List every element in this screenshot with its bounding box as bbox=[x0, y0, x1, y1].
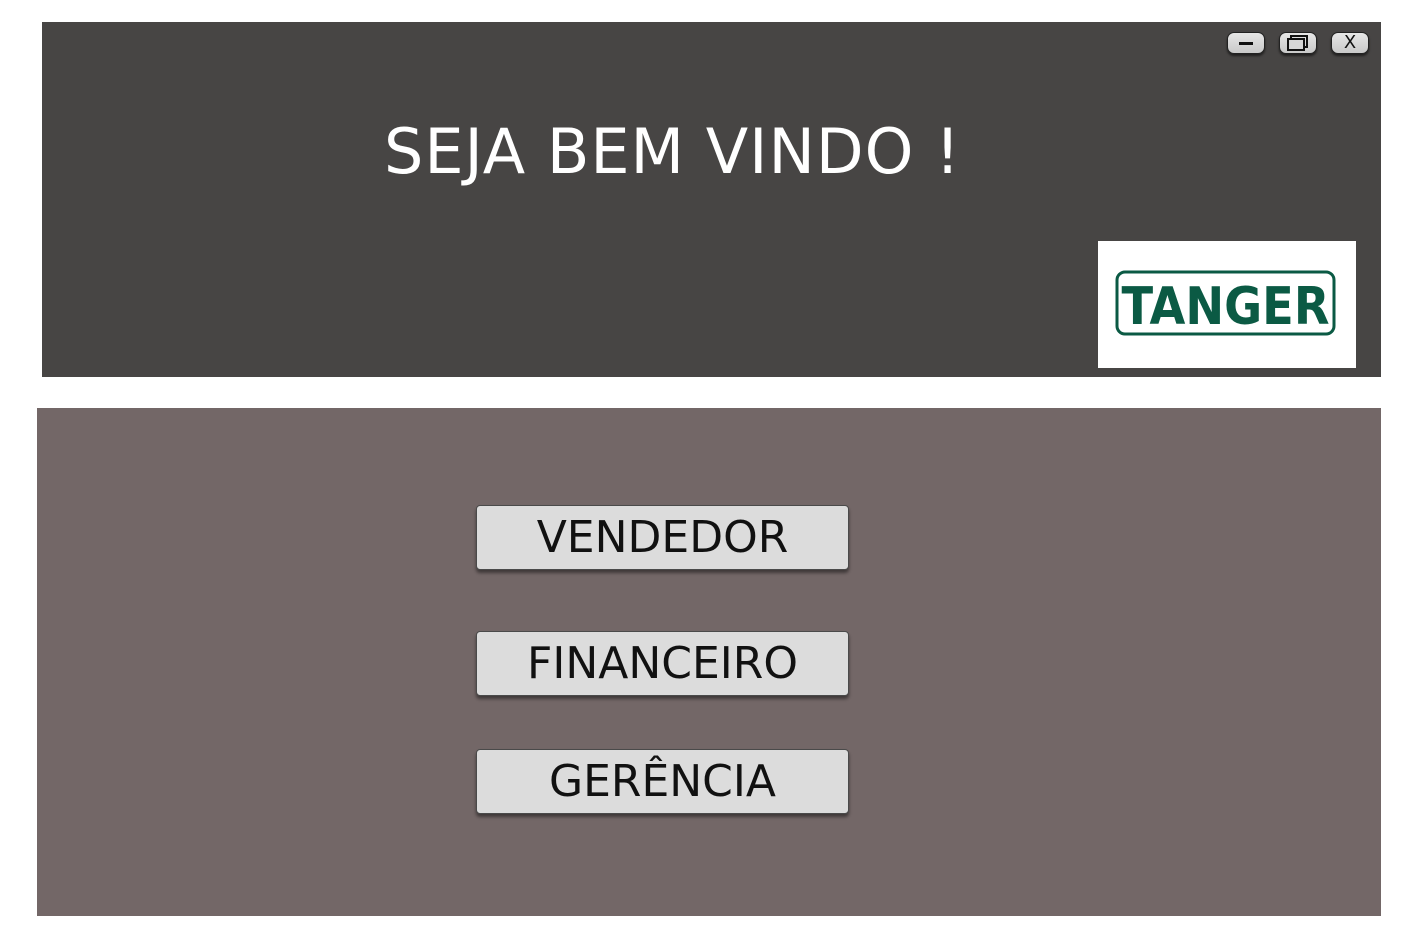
restore-icon bbox=[1287, 35, 1308, 51]
role-selection-panel: VENDEDOR FINANCEIRO GERÊNCIA bbox=[37, 408, 1381, 916]
svg-text:TANGER: TANGER bbox=[1122, 277, 1330, 337]
tanger-logo: TANGER bbox=[1098, 241, 1356, 368]
maximize-button[interactable] bbox=[1279, 32, 1317, 54]
close-icon: X bbox=[1343, 32, 1357, 53]
financeiro-button[interactable]: FINANCEIRO bbox=[476, 631, 849, 696]
minimize-button[interactable] bbox=[1227, 32, 1265, 54]
tanger-logo-image: TANGER bbox=[1115, 270, 1336, 337]
close-button[interactable]: X bbox=[1331, 32, 1369, 54]
vendedor-button[interactable]: VENDEDOR bbox=[476, 505, 849, 570]
window-controls: X bbox=[1227, 32, 1369, 54]
minimize-icon bbox=[1239, 41, 1253, 45]
welcome-header: X SEJA BEM VINDO ! TANGER bbox=[42, 22, 1381, 377]
page-title: SEJA BEM VINDO ! bbox=[384, 115, 961, 188]
gerencia-button[interactable]: GERÊNCIA bbox=[476, 749, 849, 814]
